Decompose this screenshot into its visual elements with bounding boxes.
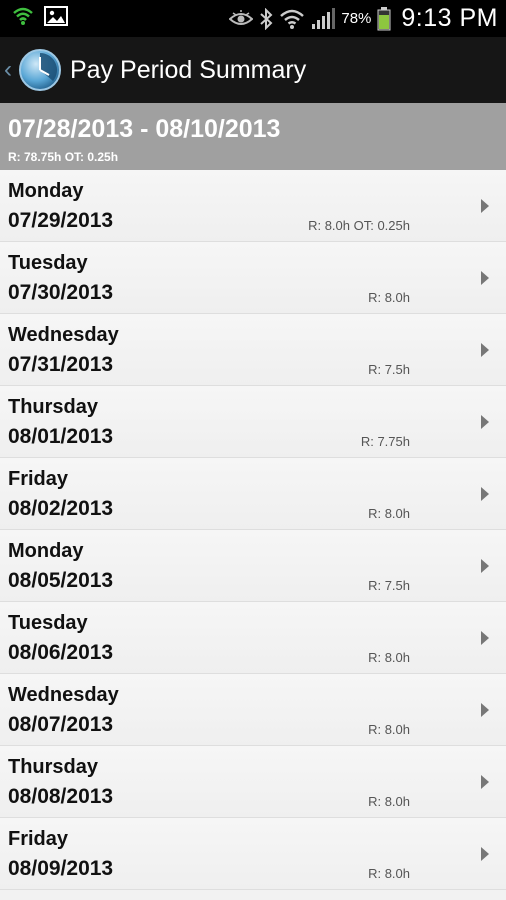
day-name: Friday — [8, 828, 69, 850]
day-hours: R: 7.5h — [368, 578, 410, 593]
wifi-signal-icon — [280, 9, 305, 29]
day-date: 08/05/2013 — [8, 569, 114, 592]
day-name: Thursday — [8, 756, 99, 778]
day-name: Tuesday — [8, 252, 88, 274]
day-hours: R: 8.0h — [368, 506, 410, 521]
day-row[interactable]: Friday 08/02/2013 R: 8.0h — [0, 458, 506, 530]
battery-percent: 78% — [341, 10, 372, 27]
day-date: 07/31/2013 — [8, 353, 114, 376]
chevron-right-icon — [481, 703, 489, 717]
day-row[interactable]: Thursday 08/08/2013 R: 8.0h — [0, 746, 506, 818]
day-hours: R: 7.75h — [360, 434, 410, 449]
chevron-right-icon — [481, 343, 489, 357]
day-name: Friday — [8, 468, 69, 490]
day-hours: R: 8.0h — [368, 866, 410, 881]
chevron-right-icon — [481, 775, 489, 789]
day-row[interactable]: Wednesday 08/07/2013 R: 8.0h — [0, 674, 506, 746]
day-name: Monday — [8, 180, 84, 202]
battery-icon — [377, 6, 391, 30]
pay-period-header: 07/28/2013 - 08/10/2013 R: 78.75h OT: 0.… — [0, 103, 506, 170]
pay-period-range: 07/28/2013 - 08/10/2013 — [8, 115, 281, 143]
day-date: 08/08/2013 — [8, 785, 114, 808]
chevron-right-icon — [481, 199, 489, 213]
day-row[interactable]: Monday 07/29/2013 R: 8.0h OT: 0.25h — [0, 170, 506, 242]
chevron-right-icon — [481, 559, 489, 573]
day-date: 08/06/2013 — [8, 641, 114, 664]
day-name: Monday — [8, 540, 84, 562]
day-row[interactable]: Monday 08/05/2013 R: 7.5h — [0, 530, 506, 602]
day-row[interactable]: Tuesday 07/30/2013 R: 8.0h — [0, 242, 506, 314]
notification-icons — [12, 6, 68, 26]
day-hours: R: 7.5h — [368, 362, 410, 377]
day-hours: R: 8.0h — [368, 794, 410, 809]
day-date: 08/07/2013 — [8, 713, 114, 736]
day-row[interactable]: Friday 08/09/2013 R: 8.0h — [0, 818, 506, 890]
chevron-right-icon — [481, 631, 489, 645]
pay-period-hours-summary: R: 78.75h OT: 0.25h — [8, 150, 119, 164]
chevron-right-icon — [481, 271, 489, 285]
day-date: 07/30/2013 — [8, 281, 114, 304]
day-name: Wednesday — [8, 324, 119, 346]
day-date: 07/29/2013 — [8, 209, 114, 232]
day-date: 08/09/2013 — [8, 857, 114, 880]
page-title: Pay Period Summary — [70, 55, 307, 84]
cell-signal-icon — [312, 7, 336, 29]
day-row[interactable]: Wednesday 07/31/2013 R: 7.5h — [0, 314, 506, 386]
chevron-right-icon — [481, 847, 489, 861]
day-hours: R: 8.0h — [368, 650, 410, 665]
day-hours: R: 8.0h — [368, 722, 410, 737]
day-name: Wednesday — [8, 684, 119, 706]
day-hours: R: 8.0h OT: 0.25h — [308, 218, 410, 233]
chevron-right-icon — [481, 415, 489, 429]
day-name: Tuesday — [8, 612, 88, 634]
back-chevron-icon[interactable]: ‹ — [4, 56, 16, 84]
clock-time: 9:13 PM — [401, 4, 498, 32]
bluetooth-icon — [260, 7, 273, 30]
wifi-notification-icon — [13, 7, 33, 25]
day-list: Monday 07/29/2013 R: 8.0h OT: 0.25h Tues… — [0, 170, 506, 890]
day-hours: R: 8.0h — [368, 290, 410, 305]
day-name: Thursday — [8, 396, 99, 418]
image-notification-icon — [44, 6, 68, 26]
system-status-icons: 78% 9:13 PM — [229, 4, 498, 33]
chevron-right-icon — [481, 487, 489, 501]
action-bar: ‹ Pay Period Summary — [0, 37, 506, 103]
day-date: 08/01/2013 — [8, 425, 114, 448]
day-row[interactable]: Thursday 08/01/2013 R: 7.75h — [0, 386, 506, 458]
eye-icon — [229, 9, 254, 25]
day-date: 08/02/2013 — [8, 497, 114, 520]
day-row[interactable]: Tuesday 08/06/2013 R: 8.0h — [0, 602, 506, 674]
status-bar: 78% 9:13 PM — [0, 0, 506, 37]
clock-icon[interactable] — [18, 48, 62, 92]
